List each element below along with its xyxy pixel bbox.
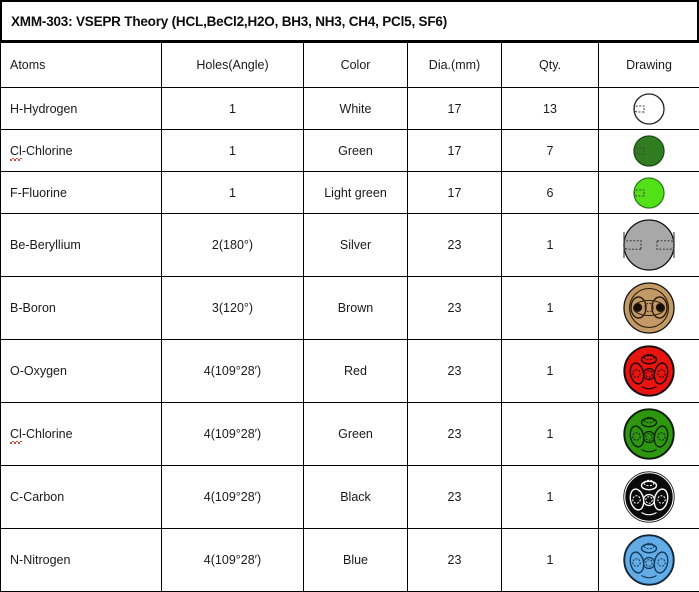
cell-dia[interactable]: 23 — [408, 214, 502, 277]
cell-dia[interactable]: 17 — [408, 172, 502, 214]
column-header-color[interactable]: Color — [304, 43, 408, 88]
sphere-4-hole-black-icon — [605, 470, 693, 524]
cell-atom[interactable]: C-Carbon — [1, 466, 162, 529]
cell-color[interactable]: Brown — [304, 277, 408, 340]
cell-qty[interactable]: 1 — [502, 277, 599, 340]
cell-atom-rest: -Chlorine — [22, 144, 73, 158]
cell-drawing — [599, 466, 699, 529]
parts-table: Atoms Holes(Angle) Color Dia.(mm) Qty. D… — [0, 42, 699, 592]
cell-qty[interactable]: 1 — [502, 340, 599, 403]
column-header-dia[interactable]: Dia.(mm) — [408, 43, 502, 88]
cell-atom-rest: -Chlorine — [22, 427, 73, 441]
cell-color[interactable]: Light green — [304, 172, 408, 214]
table-row: H-Hydrogen1White1713 — [1, 88, 699, 130]
table-header: Atoms Holes(Angle) Color Dia.(mm) Qty. D… — [1, 43, 699, 88]
column-header-atoms[interactable]: Atoms — [1, 43, 162, 88]
sphere-1-hole-lightgreen-icon — [605, 176, 693, 210]
cell-atom[interactable]: H-Hydrogen — [1, 88, 162, 130]
cell-drawing — [599, 277, 699, 340]
cell-drawing — [599, 130, 699, 172]
page-title: XMM-303: VSEPR Theory (HCL,BeCl2,H2O, BH… — [2, 14, 447, 29]
sphere-1-hole-green-icon — [605, 134, 693, 168]
cell-atom[interactable]: N-Nitrogen — [1, 529, 162, 592]
table-row: C-Carbon4(109°28′)Black231 — [1, 466, 699, 529]
column-header-qty[interactable]: Qty. — [502, 43, 599, 88]
cell-dia[interactable]: 23 — [408, 277, 502, 340]
table-row: Be-Beryllium2(180°)Silver231 — [1, 214, 699, 277]
cell-drawing — [599, 214, 699, 277]
column-header-holes[interactable]: Holes(Angle) — [162, 43, 304, 88]
cell-dia[interactable]: 23 — [408, 529, 502, 592]
cell-dia[interactable]: 23 — [408, 466, 502, 529]
sphere-4-hole-red-icon — [605, 344, 693, 398]
worksheet: XMM-303: VSEPR Theory (HCL,BeCl2,H2O, BH… — [0, 0, 699, 587]
sphere-4-hole-blue-icon — [605, 533, 693, 587]
header-row: Atoms Holes(Angle) Color Dia.(mm) Qty. D… — [1, 43, 699, 88]
sphere-3-hole-brown-icon — [605, 281, 693, 335]
sphere-4-hole-green-icon — [605, 407, 693, 461]
cell-holes[interactable]: 3(120°) — [162, 277, 304, 340]
cell-qty[interactable]: 13 — [502, 88, 599, 130]
table-row: Cl-Chlorine1Green177 — [1, 130, 699, 172]
cell-holes[interactable]: 4(109°28′) — [162, 529, 304, 592]
table-row: B-Boron3(120°)Brown231 — [1, 277, 699, 340]
cell-holes[interactable]: 4(109°28′) — [162, 403, 304, 466]
cell-atom[interactable]: Be-Beryllium — [1, 214, 162, 277]
cell-drawing — [599, 172, 699, 214]
spellcheck-underline: Cl — [10, 144, 22, 158]
column-header-drawing[interactable]: Drawing — [599, 43, 699, 88]
cell-qty[interactable]: 1 — [502, 529, 599, 592]
cell-color[interactable]: Black — [304, 466, 408, 529]
sphere-2-hole-silver-icon — [605, 218, 693, 272]
cell-color[interactable]: White — [304, 88, 408, 130]
cell-holes[interactable]: 4(109°28′) — [162, 466, 304, 529]
cell-atom[interactable]: F-Fluorine — [1, 172, 162, 214]
cell-color[interactable]: Red — [304, 340, 408, 403]
table-row: O-Oxygen4(109°28′)Red231 — [1, 340, 699, 403]
cell-color[interactable]: Blue — [304, 529, 408, 592]
cell-color[interactable]: Silver — [304, 214, 408, 277]
cell-dia[interactable]: 23 — [408, 340, 502, 403]
cell-color[interactable]: Green — [304, 403, 408, 466]
table-row: F-Fluorine1Light green176 — [1, 172, 699, 214]
cell-qty[interactable]: 1 — [502, 466, 599, 529]
cell-dia[interactable]: 23 — [408, 403, 502, 466]
cell-drawing — [599, 403, 699, 466]
table-body: H-Hydrogen1White1713Cl-Chlorine1Green177… — [1, 88, 699, 592]
spellcheck-underline: Cl — [10, 427, 22, 441]
cell-atom[interactable]: B-Boron — [1, 277, 162, 340]
cell-holes[interactable]: 2(180°) — [162, 214, 304, 277]
cell-qty[interactable]: 7 — [502, 130, 599, 172]
cell-dia[interactable]: 17 — [408, 130, 502, 172]
table-row: Cl-Chlorine4(109°28′)Green231 — [1, 403, 699, 466]
cell-holes[interactable]: 4(109°28′) — [162, 340, 304, 403]
sphere-1-hole-white-icon — [605, 92, 693, 126]
cell-atom[interactable]: Cl-Chlorine — [1, 403, 162, 466]
cell-holes[interactable]: 1 — [162, 88, 304, 130]
cell-qty[interactable]: 1 — [502, 214, 599, 277]
cell-atom[interactable]: O-Oxygen — [1, 340, 162, 403]
cell-color[interactable]: Green — [304, 130, 408, 172]
cell-drawing — [599, 529, 699, 592]
cell-atom[interactable]: Cl-Chlorine — [1, 130, 162, 172]
cell-holes[interactable]: 1 — [162, 130, 304, 172]
title-row: XMM-303: VSEPR Theory (HCL,BeCl2,H2O, BH… — [0, 0, 699, 42]
cell-holes[interactable]: 1 — [162, 172, 304, 214]
cell-drawing — [599, 340, 699, 403]
table-row: N-Nitrogen4(109°28′)Blue231 — [1, 529, 699, 592]
cell-qty[interactable]: 6 — [502, 172, 599, 214]
cell-qty[interactable]: 1 — [502, 403, 599, 466]
cell-dia[interactable]: 17 — [408, 88, 502, 130]
cell-drawing — [599, 88, 699, 130]
